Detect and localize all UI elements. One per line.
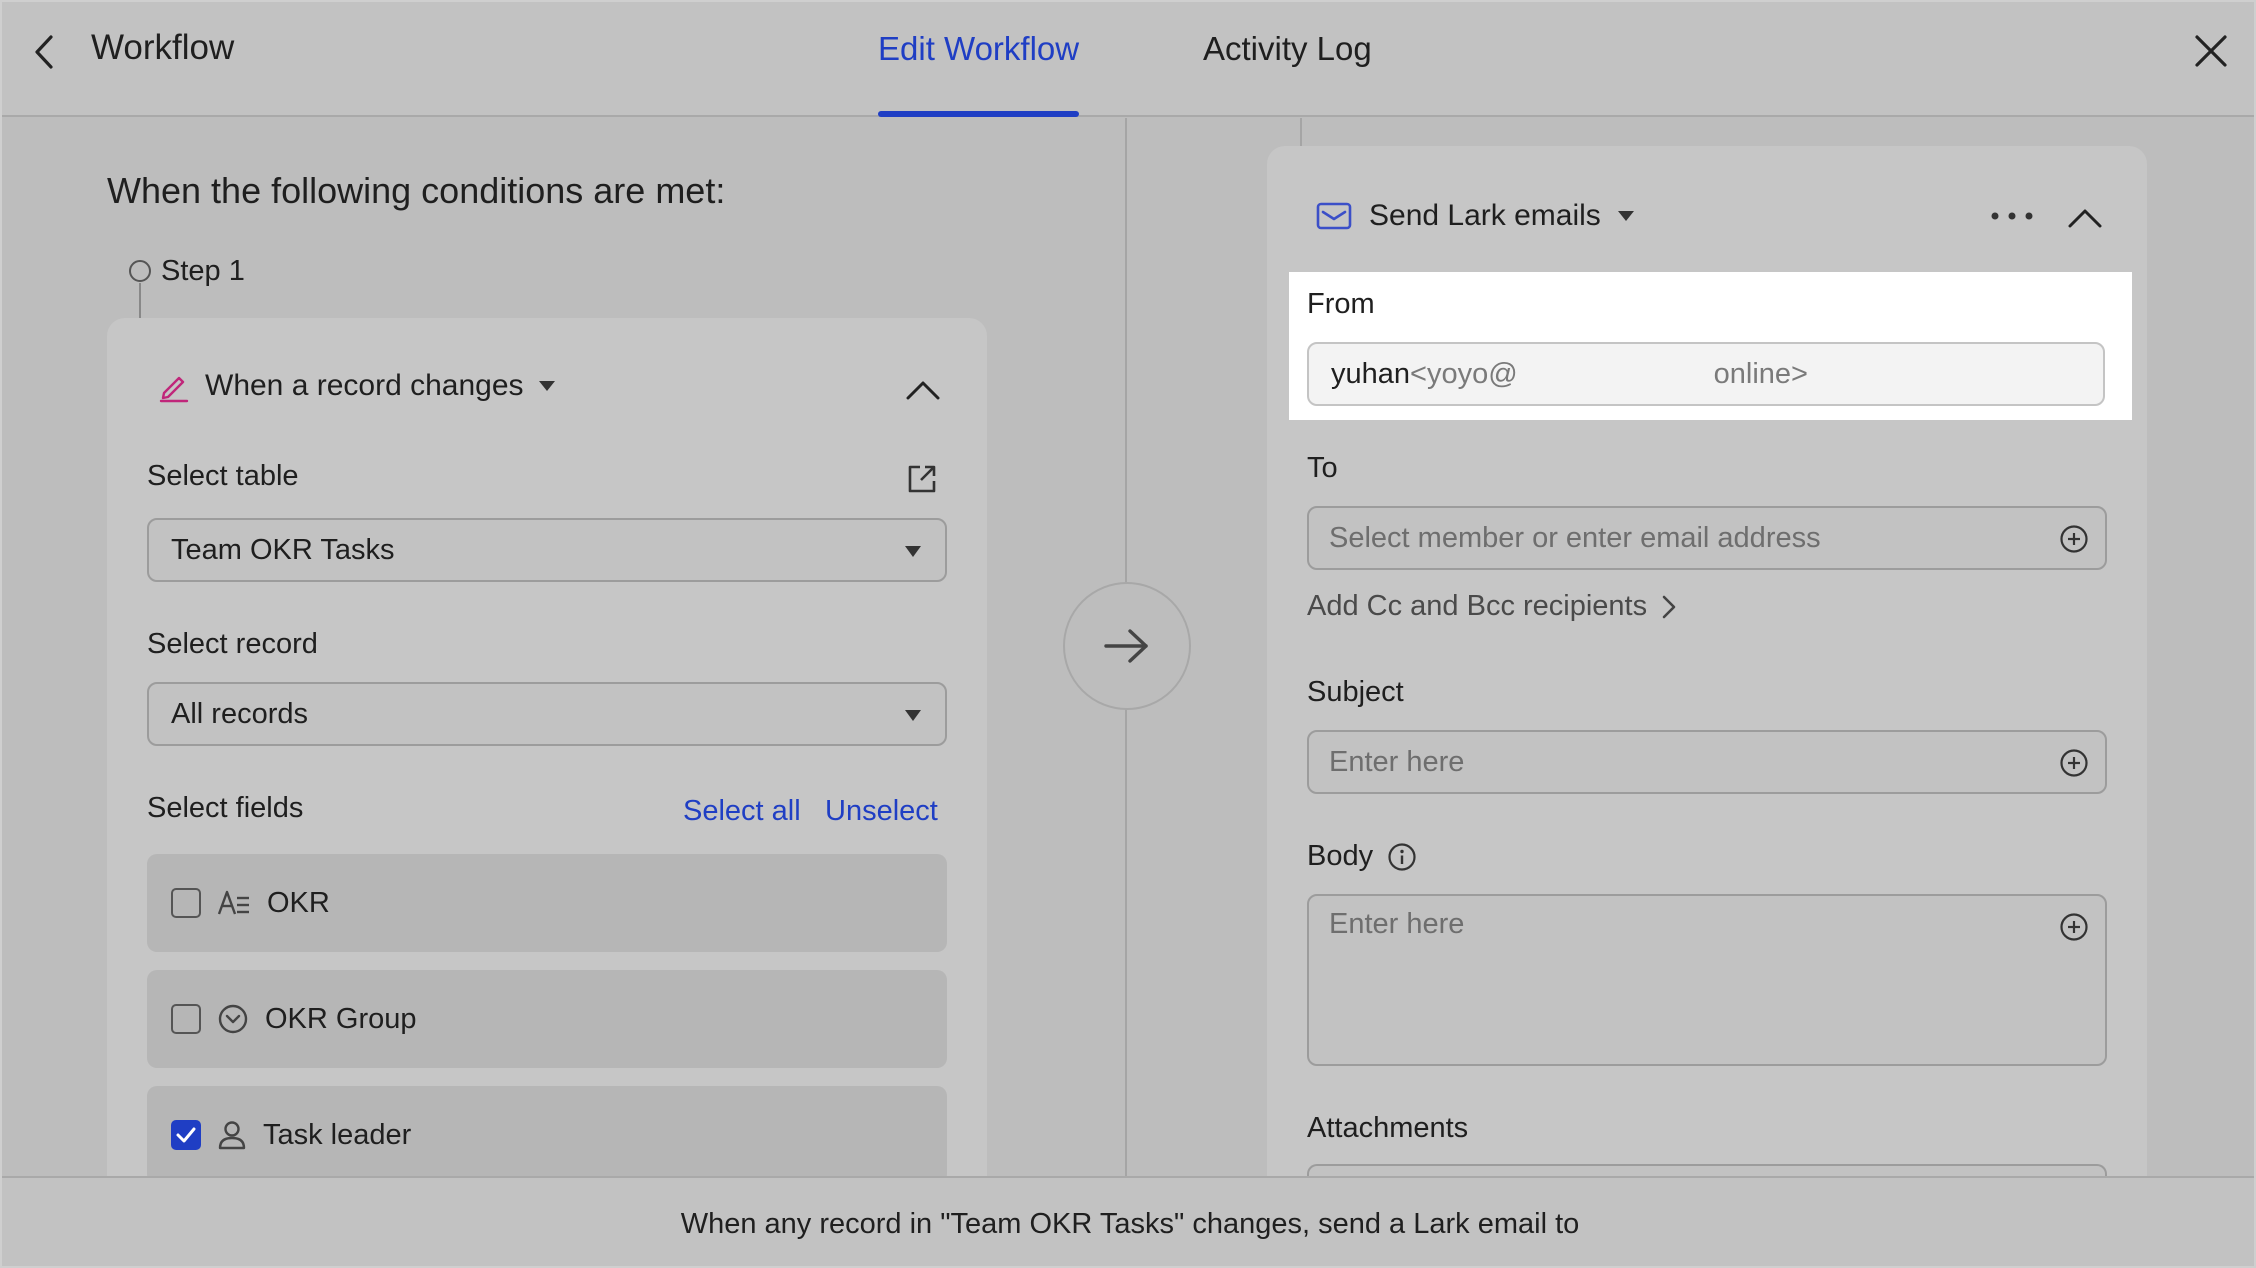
subject-label: Subject (1307, 676, 1404, 708)
unselect-link[interactable]: Unselect (825, 795, 938, 828)
flow-arrow-button (1063, 582, 1191, 710)
select-table-label: Select table (147, 460, 299, 492)
step-connector (139, 283, 141, 318)
field-checkbox[interactable] (171, 888, 201, 918)
close-icon (2195, 35, 2227, 67)
body-label-row: Body (1307, 840, 1417, 873)
info-icon[interactable] (1387, 842, 1417, 872)
conditions-heading: When the following conditions are met: (107, 170, 726, 211)
body-placeholder: Enter here (1329, 908, 1465, 940)
action-type-selector[interactable]: Send Lark emails (1315, 196, 1635, 236)
workflow-summary-bar: When any record in "Team OKR Tasks" chan… (2, 1176, 2254, 1266)
arrow-right-icon (1104, 629, 1148, 663)
single-select-icon (218, 1004, 248, 1034)
caret-down-icon (905, 546, 921, 557)
caret-down-icon (1617, 211, 1634, 221)
field-row-task-leader[interactable]: Task leader (147, 1086, 947, 1184)
workflow-summary: When any record in "Team OKR Tasks" chan… (680, 1207, 1580, 1240)
table-select-value: Team OKR Tasks (171, 533, 395, 566)
collapse-action-button[interactable] (2065, 202, 2105, 232)
record-select[interactable]: All records (147, 682, 947, 746)
add-circle-icon[interactable] (2059, 912, 2089, 942)
chevron-up-icon (2068, 209, 2102, 228)
from-address-end: online> (1713, 357, 1808, 390)
field-checkbox[interactable] (171, 1004, 201, 1034)
trigger-card: When a record changes Select table Team … (107, 318, 987, 1266)
add-cc-bcc-link[interactable]: Add Cc and Bcc recipients (1307, 590, 1677, 623)
header-bar: Workflow Edit Workflow Activity Log (2, 2, 2254, 117)
field-name: Task leader (263, 1118, 412, 1151)
from-label: From (1307, 288, 1375, 320)
chevron-right-icon (1662, 595, 1676, 618)
trigger-type-selector[interactable]: When a record changes (157, 366, 556, 406)
subject-placeholder: Enter here (1329, 745, 1465, 778)
tab-label: Edit Workflow (878, 30, 1080, 67)
redacted-mask (1517, 354, 1714, 394)
record-select-value: All records (171, 697, 308, 730)
open-external-icon[interactable] (905, 462, 939, 496)
mail-icon (1316, 202, 1352, 230)
select-all-link[interactable]: Select all (683, 795, 801, 828)
to-placeholder: Select member or enter email address (1329, 521, 1821, 554)
tab-activity-log[interactable]: Activity Log (1203, 30, 1372, 117)
subject-input[interactable]: Enter here (1307, 730, 2107, 794)
table-select[interactable]: Team OKR Tasks (147, 518, 947, 582)
trigger-type-label: When a record changes (205, 369, 524, 402)
add-circle-icon[interactable] (2059, 748, 2089, 778)
chevron-left-icon (35, 35, 53, 69)
close-button[interactable] (2188, 28, 2234, 74)
to-label: To (1307, 452, 1338, 484)
person-icon (218, 1121, 246, 1150)
from-sender-name: yuhan (1331, 357, 1411, 390)
field-row-okr[interactable]: OKR (147, 854, 947, 952)
body-label: Body (1307, 840, 1374, 872)
to-input[interactable]: Select member or enter email address (1307, 506, 2107, 570)
more-horizontal-icon (1991, 212, 2033, 220)
select-fields-label: Select fields (147, 792, 304, 824)
pencil-icon (159, 376, 189, 403)
more-options-button[interactable] (1989, 204, 2035, 228)
check-icon (176, 1127, 196, 1143)
field-row-okr-group[interactable]: OKR Group (147, 970, 947, 1068)
back-button[interactable] (24, 30, 64, 74)
active-tab-indicator (878, 111, 1080, 117)
step-label: Step 1 (161, 255, 245, 287)
action-connector (1300, 118, 1302, 146)
tab-label: Activity Log (1203, 30, 1372, 67)
select-record-label: Select record (147, 628, 318, 660)
attachments-label: Attachments (1307, 1112, 1469, 1144)
caret-down-icon (538, 381, 555, 391)
chevron-up-icon (906, 381, 940, 400)
add-cc-bcc-label: Add Cc and Bcc recipients (1307, 590, 1648, 622)
action-type-label: Send Lark emails (1369, 199, 1601, 232)
text-field-icon (217, 890, 249, 915)
collapse-trigger-button[interactable] (903, 374, 943, 404)
field-name: OKR Group (265, 1002, 417, 1035)
workflow-window: Workflow Edit Workflow Activity Log When… (0, 0, 2256, 1268)
body-textarea[interactable]: Enter here (1307, 894, 2107, 1066)
caret-down-icon (905, 710, 921, 721)
from-section: From yuhan <yoyo@ online> (1289, 272, 2132, 420)
from-field[interactable]: yuhan <yoyo@ online> (1307, 342, 2105, 406)
step-indicator-icon (129, 260, 151, 282)
add-circle-icon[interactable] (2059, 524, 2089, 554)
tab-edit-workflow[interactable]: Edit Workflow (878, 30, 1080, 117)
from-address-start: <yoyo@ (1410, 357, 1518, 390)
page-title: Workflow (91, 28, 235, 67)
field-name: OKR (267, 886, 330, 919)
field-checkbox-checked[interactable] (171, 1120, 201, 1150)
